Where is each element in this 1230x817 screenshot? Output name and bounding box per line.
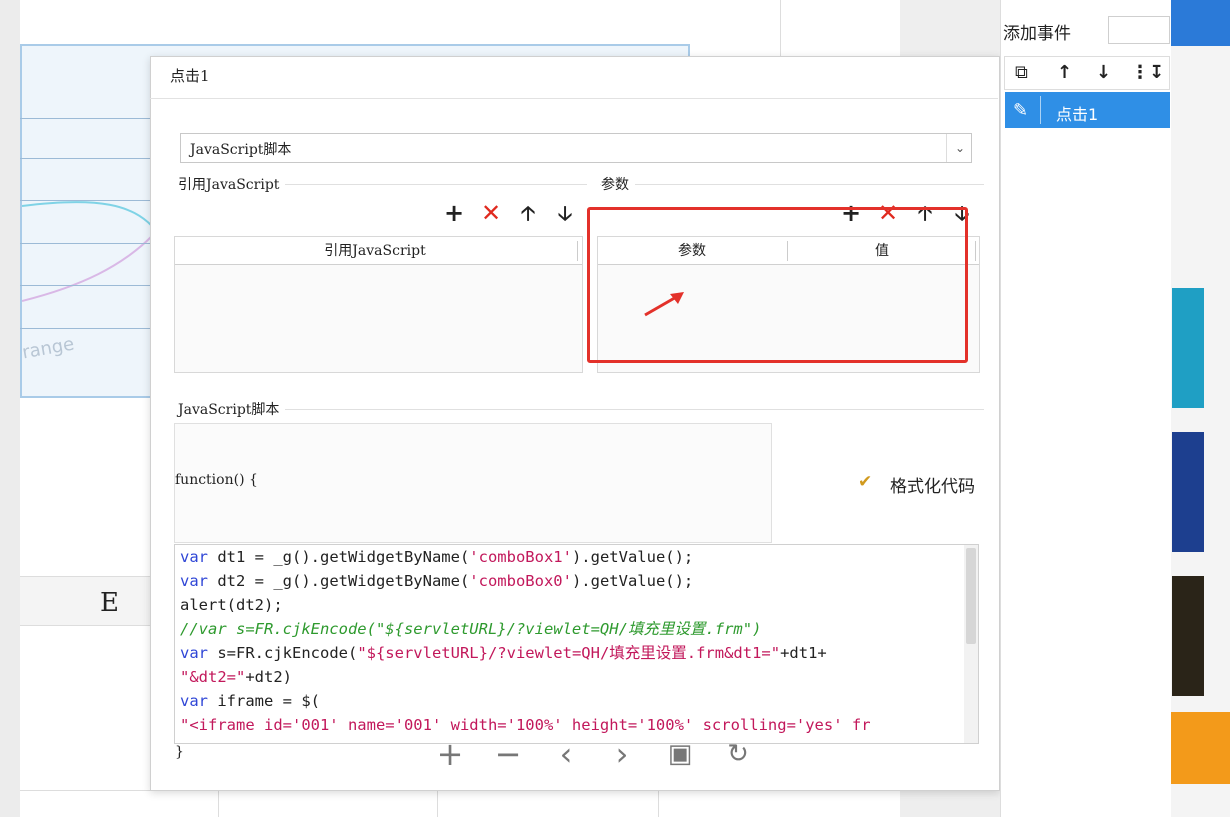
- code-line: var dt2 = _g().getWidgetByName('comboBox…: [180, 572, 694, 590]
- background-table-line: [218, 790, 219, 817]
- background-table-line: [437, 790, 438, 817]
- brush-icon[interactable]: ✔: [858, 472, 872, 492]
- background-answer-button: [1170, 0, 1230, 46]
- code-line: var s=FR.cjkEncode("${servletURL}/?viewl…: [180, 644, 827, 662]
- edit-icon[interactable]: ✎: [1013, 100, 1028, 121]
- code-line: "<iframe id='001' name='001' width='100%…: [180, 716, 871, 734]
- zoom-out-icon[interactable]: −: [488, 736, 528, 772]
- background-orange-banner: [1170, 712, 1230, 784]
- add-event-select[interactable]: [1108, 16, 1170, 44]
- previous-icon[interactable]: ‹: [546, 736, 586, 772]
- background-grid-line: [20, 158, 150, 159]
- plus-icon[interactable]: +: [441, 201, 467, 225]
- annotation-arrow-icon: [644, 292, 684, 317]
- script-group-label: JavaScript脚本: [178, 399, 286, 419]
- code-line: var iframe = $(: [180, 692, 320, 710]
- arrow-down-icon[interactable]: 🡣: [552, 201, 578, 225]
- arrow-up-icon[interactable]: ↑: [1057, 62, 1072, 84]
- background-grid-line: [20, 118, 150, 119]
- arrow-down-icon[interactable]: ↓: [1096, 62, 1111, 84]
- background-thumbnail: [1172, 432, 1204, 552]
- code-line: "&dt2="+dt2): [180, 668, 292, 686]
- params-group-line: [600, 184, 984, 185]
- dialog-title: 点击1: [170, 67, 210, 85]
- background-left-margin: [0, 0, 20, 817]
- column-separator: [577, 241, 578, 261]
- params-group-label: 参数: [601, 174, 635, 194]
- ref-js-column-header: 引用JavaScript: [324, 243, 426, 259]
- format-code-button[interactable]: 格式化代码: [890, 472, 975, 497]
- function-header: function() {: [175, 472, 258, 488]
- code-comment-line: //var s=FR.cjkEncode("${servletURL}/?vie…: [180, 620, 762, 638]
- background-grid-line: [20, 200, 150, 201]
- code-line: alert(dt2);: [180, 596, 283, 614]
- script-type-value: JavaScript脚本: [190, 142, 292, 158]
- code-line: var dt1 = _g().getWidgetByName('comboBox…: [180, 548, 694, 566]
- background-thumbnail: [1172, 576, 1204, 696]
- arrow-up-icon[interactable]: 🡡: [515, 201, 541, 225]
- add-event-label: 添加事件: [1003, 24, 1071, 44]
- ref-js-table-header: 引用JavaScript: [175, 237, 582, 265]
- background-table-line: [780, 0, 781, 56]
- chevron-down-icon[interactable]: ⌄: [946, 134, 973, 162]
- zoom-in-icon[interactable]: +: [430, 736, 470, 772]
- close-icon[interactable]: ✕: [478, 201, 504, 225]
- ref-js-group-label: 引用JavaScript: [178, 174, 286, 194]
- background-letter: E: [100, 588, 119, 618]
- move-to-bottom-icon[interactable]: ⋮↧: [1131, 62, 1164, 84]
- background-table-line: [658, 790, 659, 817]
- script-type-select[interactable]: [180, 133, 972, 163]
- event-item-divider: [1040, 96, 1041, 124]
- event-item-label: 点击1: [1056, 105, 1099, 124]
- dialog-title-divider: [150, 98, 998, 99]
- background-grid-line: [20, 243, 150, 244]
- function-footer: }: [175, 744, 184, 760]
- fit-icon[interactable]: ▣: [660, 736, 700, 772]
- copy-icon[interactable]: ⧉: [1015, 62, 1028, 84]
- function-header-area: [174, 423, 772, 543]
- next-icon[interactable]: ›: [602, 736, 642, 772]
- background-grid-line: [20, 328, 150, 329]
- highlight-box: [587, 207, 968, 363]
- rotate-icon[interactable]: ↻: [718, 736, 758, 772]
- background-thumbnail: [1172, 288, 1204, 408]
- script-group-line: [180, 409, 984, 410]
- background-table-band: [20, 576, 150, 626]
- background-grid-line: [20, 285, 150, 286]
- code-scrollbar-thumb[interactable]: [966, 548, 976, 644]
- code-editor[interactable]: var dt1 = _g().getWidgetByName('comboBox…: [174, 544, 979, 744]
- column-separator: [975, 241, 976, 261]
